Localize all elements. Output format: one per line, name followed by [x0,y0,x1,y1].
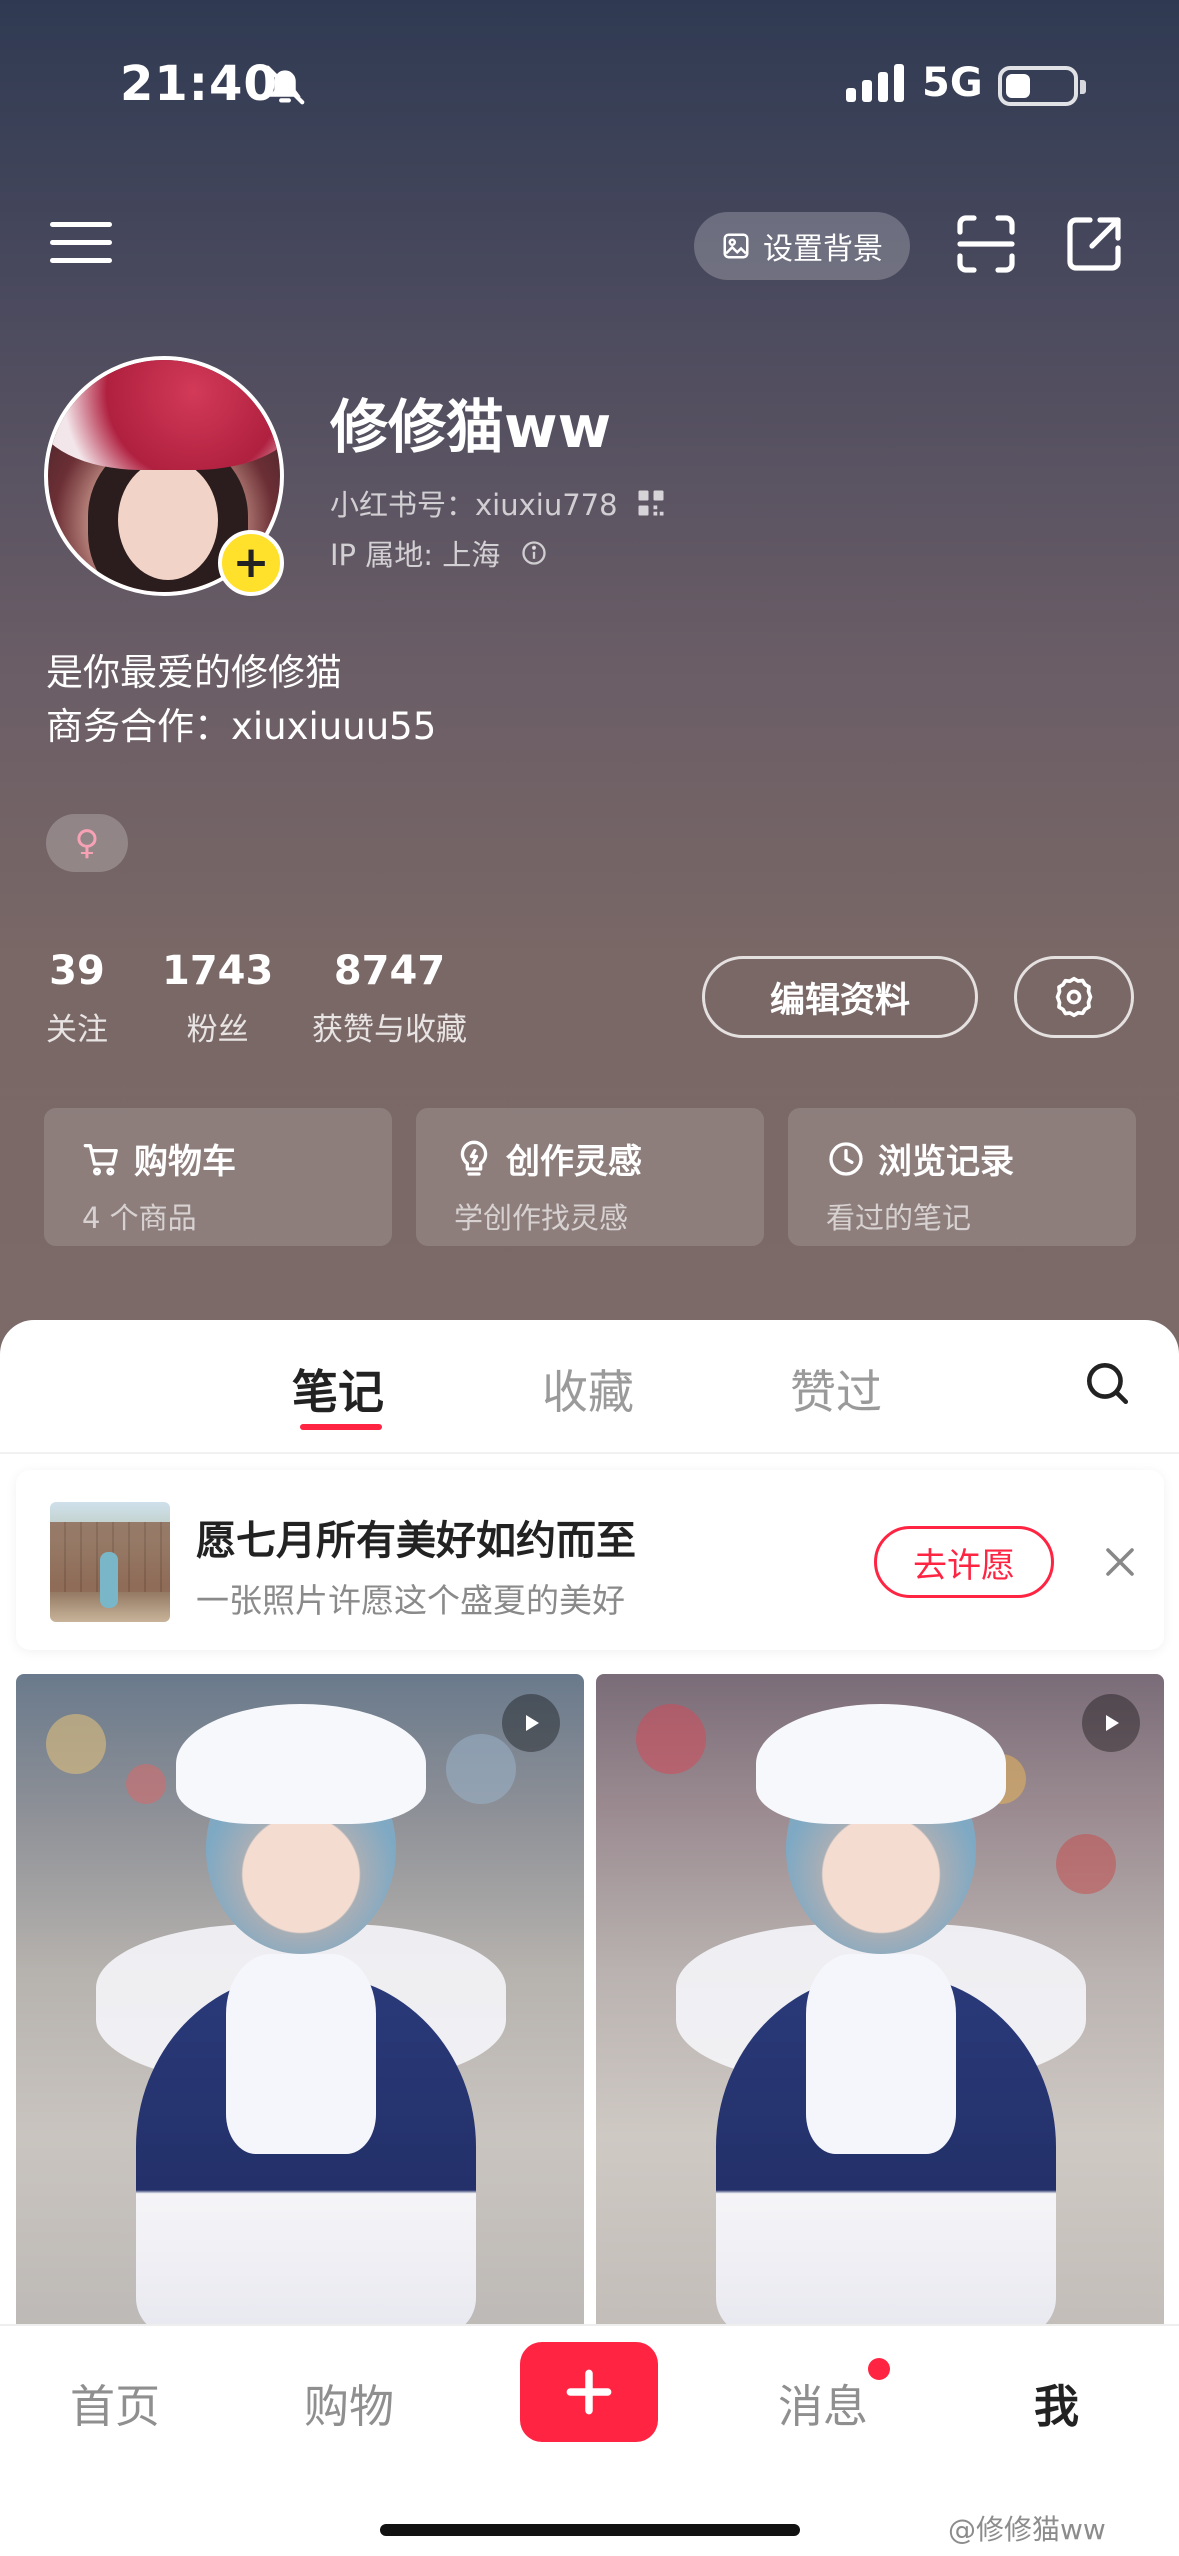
stat-likes-and-collects[interactable]: 8747 获赞与收藏 [312,948,467,1049]
red-id: 小红书号：xiuxiu778 [330,488,618,522]
status-time: 21:40 [120,56,278,112]
plus-icon [566,2369,612,2415]
tab-liked[interactable]: 赞过 [790,1356,882,1422]
bell-off-icon [265,65,305,105]
stat-label: 关注 [46,1012,108,1048]
card-subtitle: 4 个商品 [82,1201,197,1235]
clock-icon [829,1141,863,1176]
search-icon[interactable] [1082,1358,1132,1408]
nickname: 修修猫ww [330,393,612,461]
wish-subtitle: 一张照片许愿这个盛夏的美好 [196,1581,625,1620]
settings-button[interactable] [1014,956,1134,1038]
card-title: 创作灵感 [506,1142,642,1182]
home-indicator[interactable] [380,2524,800,2536]
stat-following[interactable]: 39 关注 [46,948,108,1049]
stat-value: 39 [49,948,105,994]
stat-label: 获赞与收藏 [312,1012,467,1048]
close-icon[interactable] [1102,1544,1138,1580]
card-subtitle: 看过的笔记 [826,1201,972,1235]
create-post-button[interactable] [520,2342,658,2442]
watermark: @修修猫ww [948,2508,1106,2548]
tab-notes[interactable]: 笔记 [292,1356,384,1422]
set-background-label: 设置背景 [763,232,883,267]
battery-icon [998,66,1086,106]
profile-tabs: 笔记 收藏 赞过 [0,1320,1179,1452]
active-tab-indicator [300,1424,382,1430]
stat-fans[interactable]: 1743 粉丝 [162,948,273,1049]
history-card[interactable]: 浏览记录 看过的笔记 [788,1108,1136,1246]
tab-collections[interactable]: 收藏 [542,1356,634,1422]
gender-female-icon: ♀ [46,814,128,872]
gear-icon [1055,976,1093,1018]
stat-label: 粉丝 [186,1012,249,1048]
bulb-icon [460,1140,488,1176]
unread-dot [868,2358,890,2380]
note-card[interactable] [596,1674,1164,2334]
watermark-text: @修修猫ww [948,2513,1106,2546]
bio-line: 是你最爱的修修猫 [46,651,342,694]
ip-location: IP 属地: 上海 [330,538,501,572]
wish-title: 愿七月所有美好如约而至 [196,1518,636,1564]
nav-me[interactable]: 我 [1034,2370,1079,2435]
cart-icon [83,1143,118,1176]
signal-icon [846,62,904,102]
note-card[interactable] [16,1674,584,2334]
card-subtitle: 学创作找灵感 [454,1201,629,1235]
edit-profile-button[interactable]: 编辑资料 [702,956,978,1038]
quick-cards: 购物车 4 个商品 创作灵感 学创作找灵感 浏览记录 看过的笔记 [44,1108,1136,1246]
image-icon [723,233,749,259]
cart-card[interactable]: 购物车 4 个商品 [44,1108,392,1246]
menu-icon[interactable] [50,218,112,268]
nav-messages[interactable]: 消息 [778,2370,868,2435]
bio: 是你最爱的修修猫 商务合作：xiuxiuuu55 [46,646,436,754]
divider [0,1452,1179,1454]
nav-shop[interactable]: 购物 [304,2370,394,2435]
share-icon[interactable] [1062,212,1126,276]
scan-icon[interactable] [954,212,1018,276]
wish-banner[interactable]: 愿七月所有美好如约而至 一张照片许愿这个盛夏的美好 去许愿 [16,1470,1164,1650]
make-wish-button[interactable]: 去许愿 [874,1526,1054,1598]
add-avatar-badge[interactable]: + [218,530,284,596]
video-play-icon [502,1694,560,1752]
card-title: 购物车 [134,1142,236,1182]
red-id-row: 小红书号：xiuxiu778 [330,482,666,524]
wish-thumbnail [50,1502,170,1622]
ip-location-row: IP 属地: 上海 [330,532,548,574]
stat-value: 1743 [162,948,274,994]
inspiration-card[interactable]: 创作灵感 学创作找灵感 [416,1108,764,1246]
bio-line: 商务合作：xiuxiuuu55 [46,705,437,748]
qr-code-icon[interactable] [636,488,666,518]
set-background-button[interactable]: 设置背景 [694,212,910,280]
stat-value: 8747 [333,948,446,994]
video-play-icon [1082,1694,1140,1752]
nav-home[interactable]: 首页 [70,2370,160,2435]
network-type: 5G [922,60,983,106]
info-icon[interactable] [520,539,548,567]
card-title: 浏览记录 [878,1142,1014,1182]
